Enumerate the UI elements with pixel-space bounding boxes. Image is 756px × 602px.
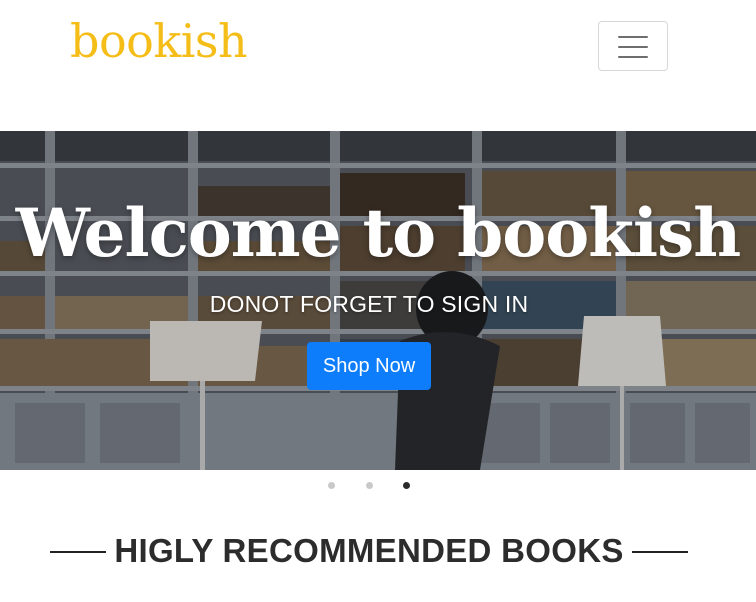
navbar: bookish xyxy=(0,0,756,131)
hamburger-menu-icon xyxy=(618,36,648,38)
carousel-indicator-3-active[interactable] xyxy=(403,482,410,489)
carousel-indicator-1[interactable] xyxy=(328,482,335,489)
hamburger-menu-icon-bar xyxy=(618,56,648,58)
carousel-indicator-2[interactable] xyxy=(366,482,373,489)
shop-now-button[interactable]: Shop Now xyxy=(307,342,431,390)
brand-logo[interactable]: bookish xyxy=(70,12,248,70)
hero-title: Welcome to bookish xyxy=(15,194,741,272)
recommended-books-heading: HIGLY RECOMMENDED BOOKS xyxy=(0,528,756,576)
hamburger-menu-icon-bar xyxy=(618,46,648,48)
heading-divider-right xyxy=(632,551,688,553)
menu-toggle-button[interactable] xyxy=(598,21,668,71)
hero-carousel: Welcome to bookish DONOT FORGET TO SIGN … xyxy=(0,131,756,470)
hero-subtitle: DONOT FORGET TO SIGN IN xyxy=(209,291,529,317)
section-title: HIGLY RECOMMENDED BOOKS xyxy=(114,532,624,569)
carousel-indicators xyxy=(0,482,756,492)
